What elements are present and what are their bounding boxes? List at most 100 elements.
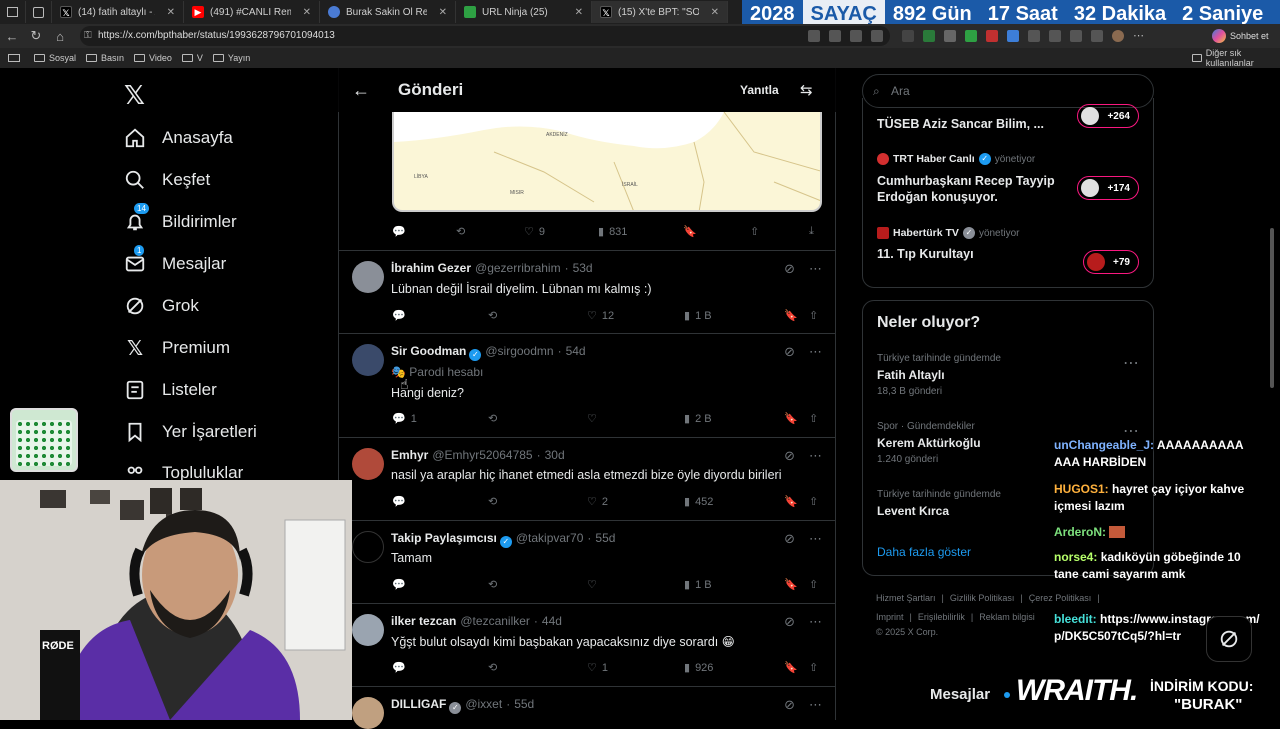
show-more-link[interactable]: Daha fazla göster bbox=[877, 545, 971, 559]
post-time[interactable]: 44d bbox=[542, 614, 562, 628]
author-name[interactable]: Emhyr bbox=[391, 448, 428, 462]
other-favorites[interactable]: Diğer sık kullanılanlar bbox=[1192, 48, 1280, 68]
post-time[interactable]: 53d bbox=[573, 261, 593, 275]
split-screen-icon[interactable] bbox=[1028, 30, 1040, 42]
heart-icon[interactable]: ♡ bbox=[587, 412, 597, 425]
reply-tweet[interactable]: Emhyr @Emhyr52064785 · 30d ⊘ ⋯ nasil ya arap… bbox=[338, 437, 836, 520]
grok-floating-button[interactable] bbox=[1206, 616, 1252, 662]
share-icon[interactable]: ⇧ bbox=[809, 412, 818, 425]
close-icon[interactable]: ✕ bbox=[167, 7, 175, 18]
reply-icon[interactable]: 💬 bbox=[392, 225, 406, 238]
close-icon[interactable]: ✕ bbox=[575, 7, 583, 18]
extension-icon[interactable] bbox=[1007, 30, 1019, 42]
author-handle[interactable]: @sirgoodmn bbox=[485, 344, 553, 358]
reply-icon[interactable]: 💬 bbox=[392, 578, 406, 591]
more-icon[interactable]: ⋯ bbox=[809, 344, 822, 360]
avatar[interactable] bbox=[1112, 30, 1124, 42]
repost-icon[interactable]: ⟲ bbox=[488, 412, 497, 425]
home-icon[interactable]: ⌂ bbox=[48, 29, 72, 44]
close-icon[interactable]: ✕ bbox=[711, 7, 719, 18]
nav-lists[interactable]: Listeler bbox=[124, 379, 217, 401]
browser-tab[interactable]: Burak Sakin Ol Replik Arşiv... ✕ bbox=[320, 1, 456, 23]
more-icon[interactable]: ⋯ bbox=[809, 614, 822, 630]
reload-icon[interactable]: ↻ bbox=[24, 28, 48, 44]
grok-icon[interactable]: ⊘ bbox=[784, 448, 795, 464]
extension-icon[interactable] bbox=[944, 30, 956, 42]
reply-tweet[interactable]: DILLIGAF ✓ @ixxet · 55d ⊘ ⋯ bbox=[338, 686, 836, 729]
footer-link[interactable]: Gizlilik Politikası bbox=[950, 592, 1015, 605]
live-listeners-pill[interactable]: +79 bbox=[1083, 250, 1139, 274]
avatar[interactable] bbox=[352, 261, 384, 293]
grok-icon[interactable]: ⊘ bbox=[784, 697, 795, 713]
avatar[interactable] bbox=[352, 614, 384, 646]
views-button[interactable]: ▮ 2 B bbox=[684, 412, 712, 426]
back-arrow-icon[interactable]: ← bbox=[352, 80, 370, 101]
author-handle[interactable]: @gezerribrahim bbox=[475, 261, 561, 275]
live-listeners-pill[interactable]: +174 bbox=[1077, 176, 1139, 200]
performance-icon[interactable] bbox=[1091, 30, 1103, 42]
reply-button[interactable]: Yanıtla bbox=[740, 83, 779, 97]
bookmark-icon[interactable]: 🔖 bbox=[784, 661, 798, 674]
grok-icon[interactable]: ⊘ bbox=[784, 344, 795, 360]
author-handle[interactable]: @ixxet bbox=[465, 697, 502, 711]
live-item[interactable]: Habertürk TV ✓ yönetiyor 11. Tıp Kurulta… bbox=[877, 227, 1077, 261]
collections-icon[interactable] bbox=[1070, 30, 1082, 42]
avatar[interactable] bbox=[352, 531, 384, 563]
post-time[interactable]: 55d bbox=[514, 697, 534, 711]
author-name[interactable]: İbrahim Gezer bbox=[391, 261, 471, 275]
bookmark-icon[interactable]: 🔖 bbox=[784, 309, 798, 322]
reply-tweet[interactable]: ilker tezcan @tezcanilker · 44d ⊘ ⋯ Yğşt bul… bbox=[338, 603, 836, 686]
read-aloud-icon[interactable] bbox=[850, 30, 862, 42]
extension-icon[interactable] bbox=[923, 30, 935, 42]
footer-link[interactable]: Imprint bbox=[876, 611, 904, 624]
x-logo-icon[interactable]: 𝕏 bbox=[124, 80, 145, 111]
like-button[interactable]: ♡ 12 bbox=[587, 309, 614, 323]
browser-tab-active[interactable]: 𝕏 (15) X'te BPT: "SON DAKİK... ✕ bbox=[592, 1, 728, 23]
url-field[interactable]: ⚿ https://x.com/bpthaber/status/19936287… bbox=[80, 26, 890, 46]
avatar[interactable] bbox=[352, 448, 384, 480]
like-button[interactable]: ♡ 1 bbox=[587, 661, 608, 675]
views-button[interactable]: ▮ 452 bbox=[684, 495, 713, 509]
like-button[interactable]: ♡ 9 bbox=[524, 225, 545, 239]
nav-home[interactable]: Anasayfa bbox=[124, 127, 233, 149]
grok-icon[interactable]: ⊘ bbox=[784, 614, 795, 630]
reading-list-icon[interactable] bbox=[8, 54, 20, 62]
repost-icon[interactable]: ⟲ bbox=[488, 495, 497, 508]
author-handle[interactable]: @Emhyr52064785 bbox=[432, 448, 532, 462]
footer-link[interactable]: Çerez Politikası bbox=[1029, 592, 1092, 605]
browser-tab[interactable]: ▶ (491) #CANLI Remziye Den... ✕ bbox=[184, 1, 320, 23]
like-button[interactable]: ♡ 2 bbox=[587, 495, 608, 509]
author-name[interactable]: DILLIGAF bbox=[391, 697, 446, 711]
share-icon[interactable]: ⇧ bbox=[809, 661, 818, 674]
browser-sidebar-button[interactable] bbox=[0, 1, 26, 23]
bookmark-icon[interactable]: 🔖 bbox=[784, 412, 798, 425]
bookmark-folder[interactable]: Sosyal bbox=[34, 53, 76, 63]
nav-grok[interactable]: Grok bbox=[124, 295, 199, 317]
extension-icon[interactable] bbox=[902, 30, 914, 42]
scrollbar-thumb[interactable] bbox=[1270, 228, 1274, 388]
grok-icon[interactable]: ⊘ bbox=[784, 531, 795, 547]
share-icon[interactable]: ⇧ bbox=[809, 495, 818, 508]
author-name[interactable]: Takip Paylaşımcısı bbox=[391, 531, 497, 545]
live-item[interactable]: TRT Haber Canlı ✓ yönetiyor Cumhurbaşkan… bbox=[877, 153, 1077, 205]
repost-icon[interactable]: ⟲ bbox=[488, 578, 497, 591]
bookmark-icon[interactable]: 🔖 bbox=[784, 578, 798, 591]
more-icon[interactable]: ⋯ bbox=[809, 531, 822, 547]
browser-tab[interactable]: URL Ninja (25) ✕ bbox=[456, 1, 592, 23]
browser-tab[interactable]: 𝕏 (14) fatih altaylı - Arama / X ✕ bbox=[52, 1, 184, 23]
more-icon[interactable]: ⋯ bbox=[1133, 30, 1144, 42]
footer-link[interactable]: Hizmet Şartları bbox=[876, 592, 936, 605]
page-scrollbar[interactable] bbox=[1268, 68, 1276, 720]
nav-notifications[interactable]: 14 Bildirimler bbox=[124, 203, 237, 233]
translate-icon[interactable] bbox=[808, 30, 820, 42]
bookmark-folder[interactable]: Basın bbox=[86, 53, 124, 63]
views-button[interactable]: ▮ 1 B bbox=[684, 578, 712, 592]
more-icon[interactable]: ⋯ bbox=[1123, 353, 1139, 373]
author-name[interactable]: ilker tezcan bbox=[391, 614, 456, 628]
share-icon[interactable]: ⇧ bbox=[809, 309, 818, 322]
footer-link[interactable]: Erişilebilirlik bbox=[918, 611, 965, 624]
nav-premium[interactable]: 𝕏 Premium bbox=[124, 337, 230, 360]
favorites-icon[interactable] bbox=[1049, 30, 1061, 42]
more-icon[interactable]: ⋯ bbox=[809, 448, 822, 464]
bookmark-icon[interactable]: 🔖 bbox=[784, 495, 798, 508]
